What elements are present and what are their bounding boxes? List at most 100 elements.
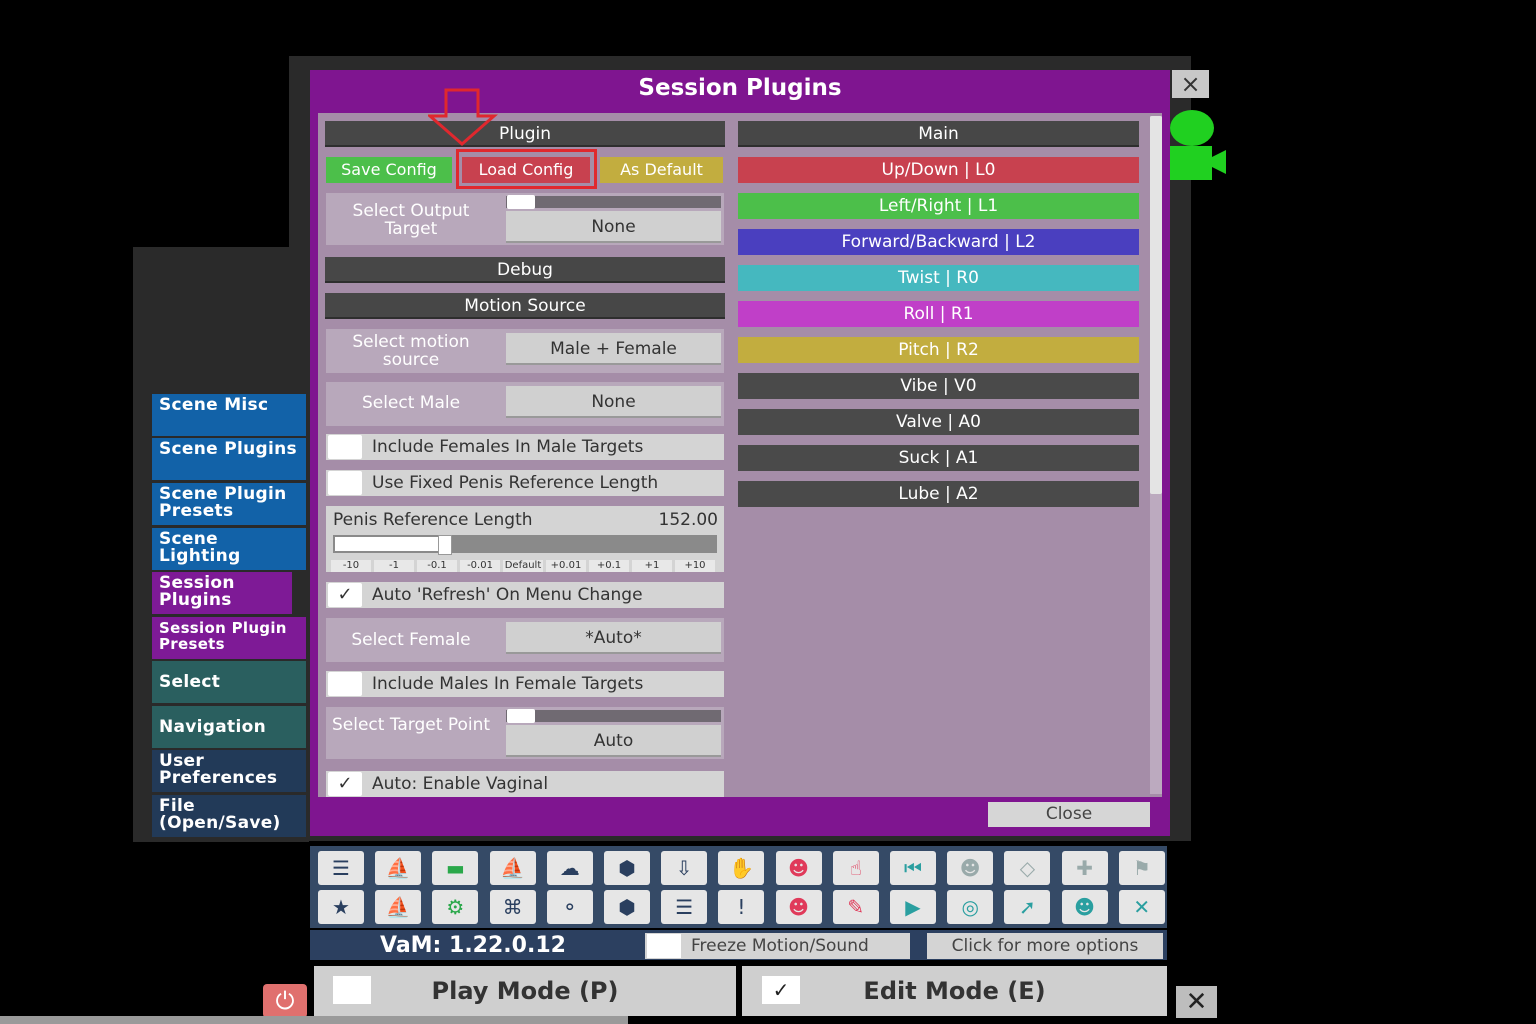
increment-button[interactable]: +0.1 [589,560,629,572]
penis-ref-value: 152.00 [658,510,718,530]
load-config-button[interactable]: Load Config [462,157,590,183]
select-target-label: Select Target Point [331,715,491,735]
select-output-slider[interactable] [506,196,721,208]
as-default-button[interactable]: As Default [600,157,723,183]
flag-icon[interactable]: ⚑ [1118,851,1165,885]
scene-icon[interactable]: ⛵ [375,890,422,924]
play-mode-button[interactable]: Play Mode (P) [314,966,736,1016]
select-output-slider-knob[interactable] [507,195,535,209]
scrollbar-thumb[interactable] [1150,116,1162,494]
include-males-checkbox[interactable] [328,672,362,696]
edit-mode-button[interactable]: Edit Mode (E) [742,966,1167,1016]
select-output-dropdown[interactable]: None [506,211,721,243]
more-options-button[interactable]: Click for more options [927,933,1163,959]
target-icon[interactable]: ◎ [947,890,994,924]
window-close-icon[interactable]: × [1172,70,1209,98]
axis-button[interactable]: Suck | A1 [738,445,1139,471]
axis-button[interactable]: Vibe | V0 [738,373,1139,399]
save-config-button[interactable]: Save Config [326,157,452,183]
folder-icon[interactable]: ▬ [432,851,479,885]
axis-button[interactable]: Lube | A2 [738,481,1139,507]
camera-icon[interactable]: ⌘ [489,890,536,924]
star-icon[interactable]: ★ [318,890,364,924]
plugin-header: Plugin [325,121,725,147]
close-icon[interactable]: ✕ [1176,986,1217,1018]
tools-icon[interactable]: ✕ [1118,890,1165,924]
skip-back-icon[interactable]: ⏮ [890,851,936,885]
play-icon[interactable]: ▶ [890,890,936,924]
settings-folder-icon[interactable]: ⚙ [432,890,479,924]
packages-icon[interactable]: ⬢ [604,890,650,924]
scene-delete-icon[interactable]: ⛵ [489,851,536,885]
package-icon[interactable]: ⬢ [604,851,650,885]
select-target-slider[interactable] [506,710,721,722]
sidenav-scene-plugin-presets[interactable]: Scene Plugin Presets [152,483,306,525]
select-female-dropdown[interactable]: *Auto* [506,622,721,654]
add-person-icon[interactable]: ☻ [775,851,822,885]
penis-ref-slider-knob[interactable] [438,535,452,555]
play-mode-checkbox[interactable] [333,976,371,1004]
sidenav-file-open-save[interactable]: File (Open/Save) [152,795,306,837]
axis-button[interactable]: Up/Down | L0 [738,157,1139,183]
freeze-motion-checkbox[interactable] [647,934,681,958]
axis-button[interactable]: Roll | R1 [738,301,1139,327]
increment-button[interactable]: +10 [675,560,715,572]
select-motion-dropdown[interactable]: Male + Female [506,333,721,365]
alert-icon[interactable]: ! [718,890,765,924]
freeze-motion-toggle[interactable]: Freeze Motion/Sound [645,933,910,959]
auto-vaginal-checkbox[interactable]: ✓ [328,772,362,796]
auto-refresh-toggle[interactable]: ✓ Auto 'Refresh' On Menu Change [326,582,724,608]
axis-button[interactable]: Left/Right | L1 [738,193,1139,219]
debug-header[interactable]: Debug [325,257,725,283]
use-fixed-penis-toggle[interactable]: Use Fixed Penis Reference Length [326,470,724,496]
sidenav-session-plugins[interactable]: Session Plugins [152,572,292,614]
auto-refresh-checkbox[interactable]: ✓ [328,583,362,607]
sidenav-scene-plugins[interactable]: Scene Plugins [152,438,306,480]
auto-vaginal-toggle[interactable]: ✓ Auto: Enable Vaginal [326,771,724,797]
remove-person-icon[interactable]: ☻ [775,890,822,924]
increment-button[interactable]: -1 [374,560,414,572]
hand-icon[interactable]: ✋ [718,851,765,885]
touch-icon[interactable]: ☝ [832,851,879,885]
tool-icon[interactable]: ✎ [832,890,879,924]
include-females-checkbox[interactable] [328,435,362,459]
cloud-download-icon[interactable]: ☁ [546,851,593,885]
select-target-dropdown[interactable]: Auto [506,725,721,757]
sidenav-session-plugin-presets[interactable]: Session Plugin Presets [152,617,306,659]
cursor-icon[interactable]: ➚ [1004,890,1051,924]
axis-button[interactable]: Valve | A0 [738,409,1139,435]
close-button[interactable]: Close [988,802,1150,827]
axis-button[interactable]: Forward/Backward | L2 [738,229,1139,255]
include-females-toggle[interactable]: Include Females In Male Targets [326,434,724,460]
increment-button[interactable]: -10 [331,560,371,572]
scene-load-icon[interactable]: ⛵ [375,851,422,885]
people-icon[interactable]: ☻ [1061,890,1108,924]
select-male-dropdown[interactable]: None [506,386,721,418]
increment-button[interactable]: Default [503,560,543,572]
power-icon[interactable]: ⏻ [263,984,307,1018]
sidenav-scene-misc[interactable]: Scene Misc [152,394,306,436]
menu-icon[interactable]: ☰ [318,851,364,885]
select-target-slider-knob[interactable] [507,709,535,723]
import-icon[interactable]: ⇩ [661,851,708,885]
sidenav-navigation[interactable]: Navigation [152,706,306,748]
document-icon[interactable]: ☰ [661,890,708,924]
camera-icon[interactable] [1170,108,1228,182]
include-females-label: Include Females In Male Targets [372,437,644,457]
sidenav-scene-lighting[interactable]: Scene Lighting [152,528,306,570]
edit-mode-checkbox[interactable]: ✓ [762,976,800,1004]
axis-button[interactable]: Twist | R0 [738,265,1139,291]
increment-button[interactable]: +0.01 [546,560,586,572]
unity-icon[interactable]: ◇ [1004,851,1051,885]
increment-button[interactable]: -0.01 [460,560,500,572]
axis-button[interactable]: Pitch | R2 [738,337,1139,363]
person-icon[interactable]: ☻ [947,851,994,885]
sidenav-user-preferences[interactable]: User Preferences [152,750,306,792]
nodes-icon[interactable]: ⚬ [546,890,593,924]
increment-button[interactable]: +1 [632,560,672,572]
sidenav-select[interactable]: Select [152,661,306,703]
use-fixed-penis-checkbox[interactable] [328,471,362,495]
include-males-toggle[interactable]: Include Males In Female Targets [326,671,724,697]
plus-icon[interactable]: ✚ [1061,851,1108,885]
increment-button[interactable]: -0.1 [417,560,457,572]
